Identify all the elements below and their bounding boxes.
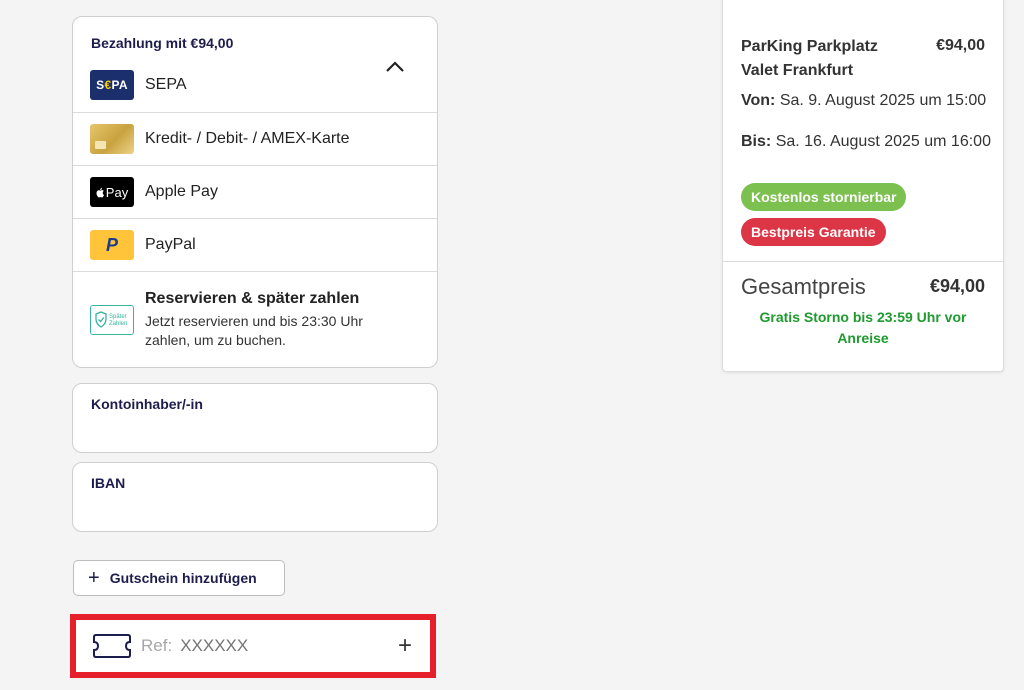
departure-label: Bis: (741, 133, 772, 150)
departure-date: Bis: Sa. 16. August 2025 um 16:00 (741, 132, 991, 152)
arrival-value: Sa. 9. August 2025 um 15:00 (779, 92, 987, 109)
plus-icon: + (88, 567, 100, 589)
account-holder-label: Kontoinhaber/-in (91, 396, 203, 412)
divider (723, 261, 1003, 262)
payment-option-paypal[interactable]: P PayPal (73, 219, 437, 272)
pay-later-title: Reservieren & später zahlen (145, 290, 360, 307)
add-voucher-button[interactable]: + Gutschein hinzufügen (73, 560, 285, 596)
iban-input[interactable] (91, 499, 411, 523)
apple-icon (96, 187, 104, 197)
account-holder-input[interactable] (91, 420, 411, 444)
parking-name: ParKing Parkplatz Valet Frankfurt (741, 38, 878, 79)
apple-pay-logo: Pay (90, 177, 134, 207)
payment-option-label: Kredit- / Debit- / AMEX-Karte (145, 130, 350, 147)
pay-later-logo-text-1: Später (109, 314, 127, 320)
credit-card-icon (90, 124, 134, 154)
arrival-label: Von: (741, 92, 776, 109)
payment-option-pay-later[interactable]: Später Zahlen Reservieren & später zahle… (73, 272, 437, 367)
departure-value: Sa. 16. August 2025 um 16:00 (775, 133, 991, 150)
sepa-logo: S € PA (90, 70, 134, 100)
total-value: €94,00 (929, 276, 985, 296)
best-price-badge: Bestpreis Garantie (741, 218, 886, 246)
payment-header[interactable]: Bezahlung mit €94,00 S € PA SEPA (73, 17, 437, 113)
pay-later-description: Jetzt reservieren und bis 23:30 Uhr zahl… (145, 313, 363, 348)
payment-option-sepa[interactable]: S € PA SEPA (73, 70, 187, 100)
iban-label: IBAN (91, 475, 126, 491)
ticket-icon (93, 634, 131, 658)
chevron-up-icon[interactable] (383, 55, 407, 79)
shield-check-icon: Später Zahlen (95, 311, 127, 328)
reference-prefix: Ref: (141, 636, 173, 655)
apple-pay-logo-text: Pay (105, 184, 129, 200)
free-cancellation-badge: Kostenlos stornierbar (741, 183, 907, 211)
payment-option-label: Apple Pay (145, 183, 218, 200)
payment-option-card[interactable]: Kredit- / Debit- / AMEX-Karte (73, 113, 437, 166)
free-cancellation-note: Gratis Storno bis 23:59 Uhr vor Anreise (759, 309, 967, 346)
payment-method-card: Bezahlung mit €94,00 S € PA SEPA Kredit- /… (72, 16, 438, 368)
arrival-date: Von: Sa. 9. August 2025 um 15:00 (741, 91, 991, 111)
payment-option-label: SEPA (145, 76, 187, 93)
reference-code-input[interactable] (180, 636, 381, 656)
payment-title: Bezahlung mit €94,00 (91, 35, 234, 51)
pay-later-logo-text-2: Zahlen (109, 321, 127, 327)
reference-code-field[interactable]: Ref: + (70, 614, 436, 678)
pay-later-logo: Später Zahlen (90, 305, 134, 335)
payment-option-label: PayPal (145, 236, 196, 253)
account-holder-field[interactable]: Kontoinhaber/-in (72, 383, 438, 453)
payment-option-apple-pay[interactable]: Pay Apple Pay (73, 166, 437, 219)
paypal-logo: P (90, 230, 134, 260)
add-voucher-label: Gutschein hinzufügen (109, 570, 257, 586)
add-reference-button[interactable]: + (398, 634, 412, 658)
total-label: Gesamtpreis (741, 274, 866, 299)
iban-field[interactable]: IBAN (72, 462, 438, 532)
pay-later-text: Reservieren & später zahlen Jetzt reserv… (145, 290, 395, 350)
parking-price: €94,00 (936, 37, 985, 54)
booking-summary-card: ParKing Parkplatz Valet Frankfurt €94,00… (722, 0, 1004, 372)
